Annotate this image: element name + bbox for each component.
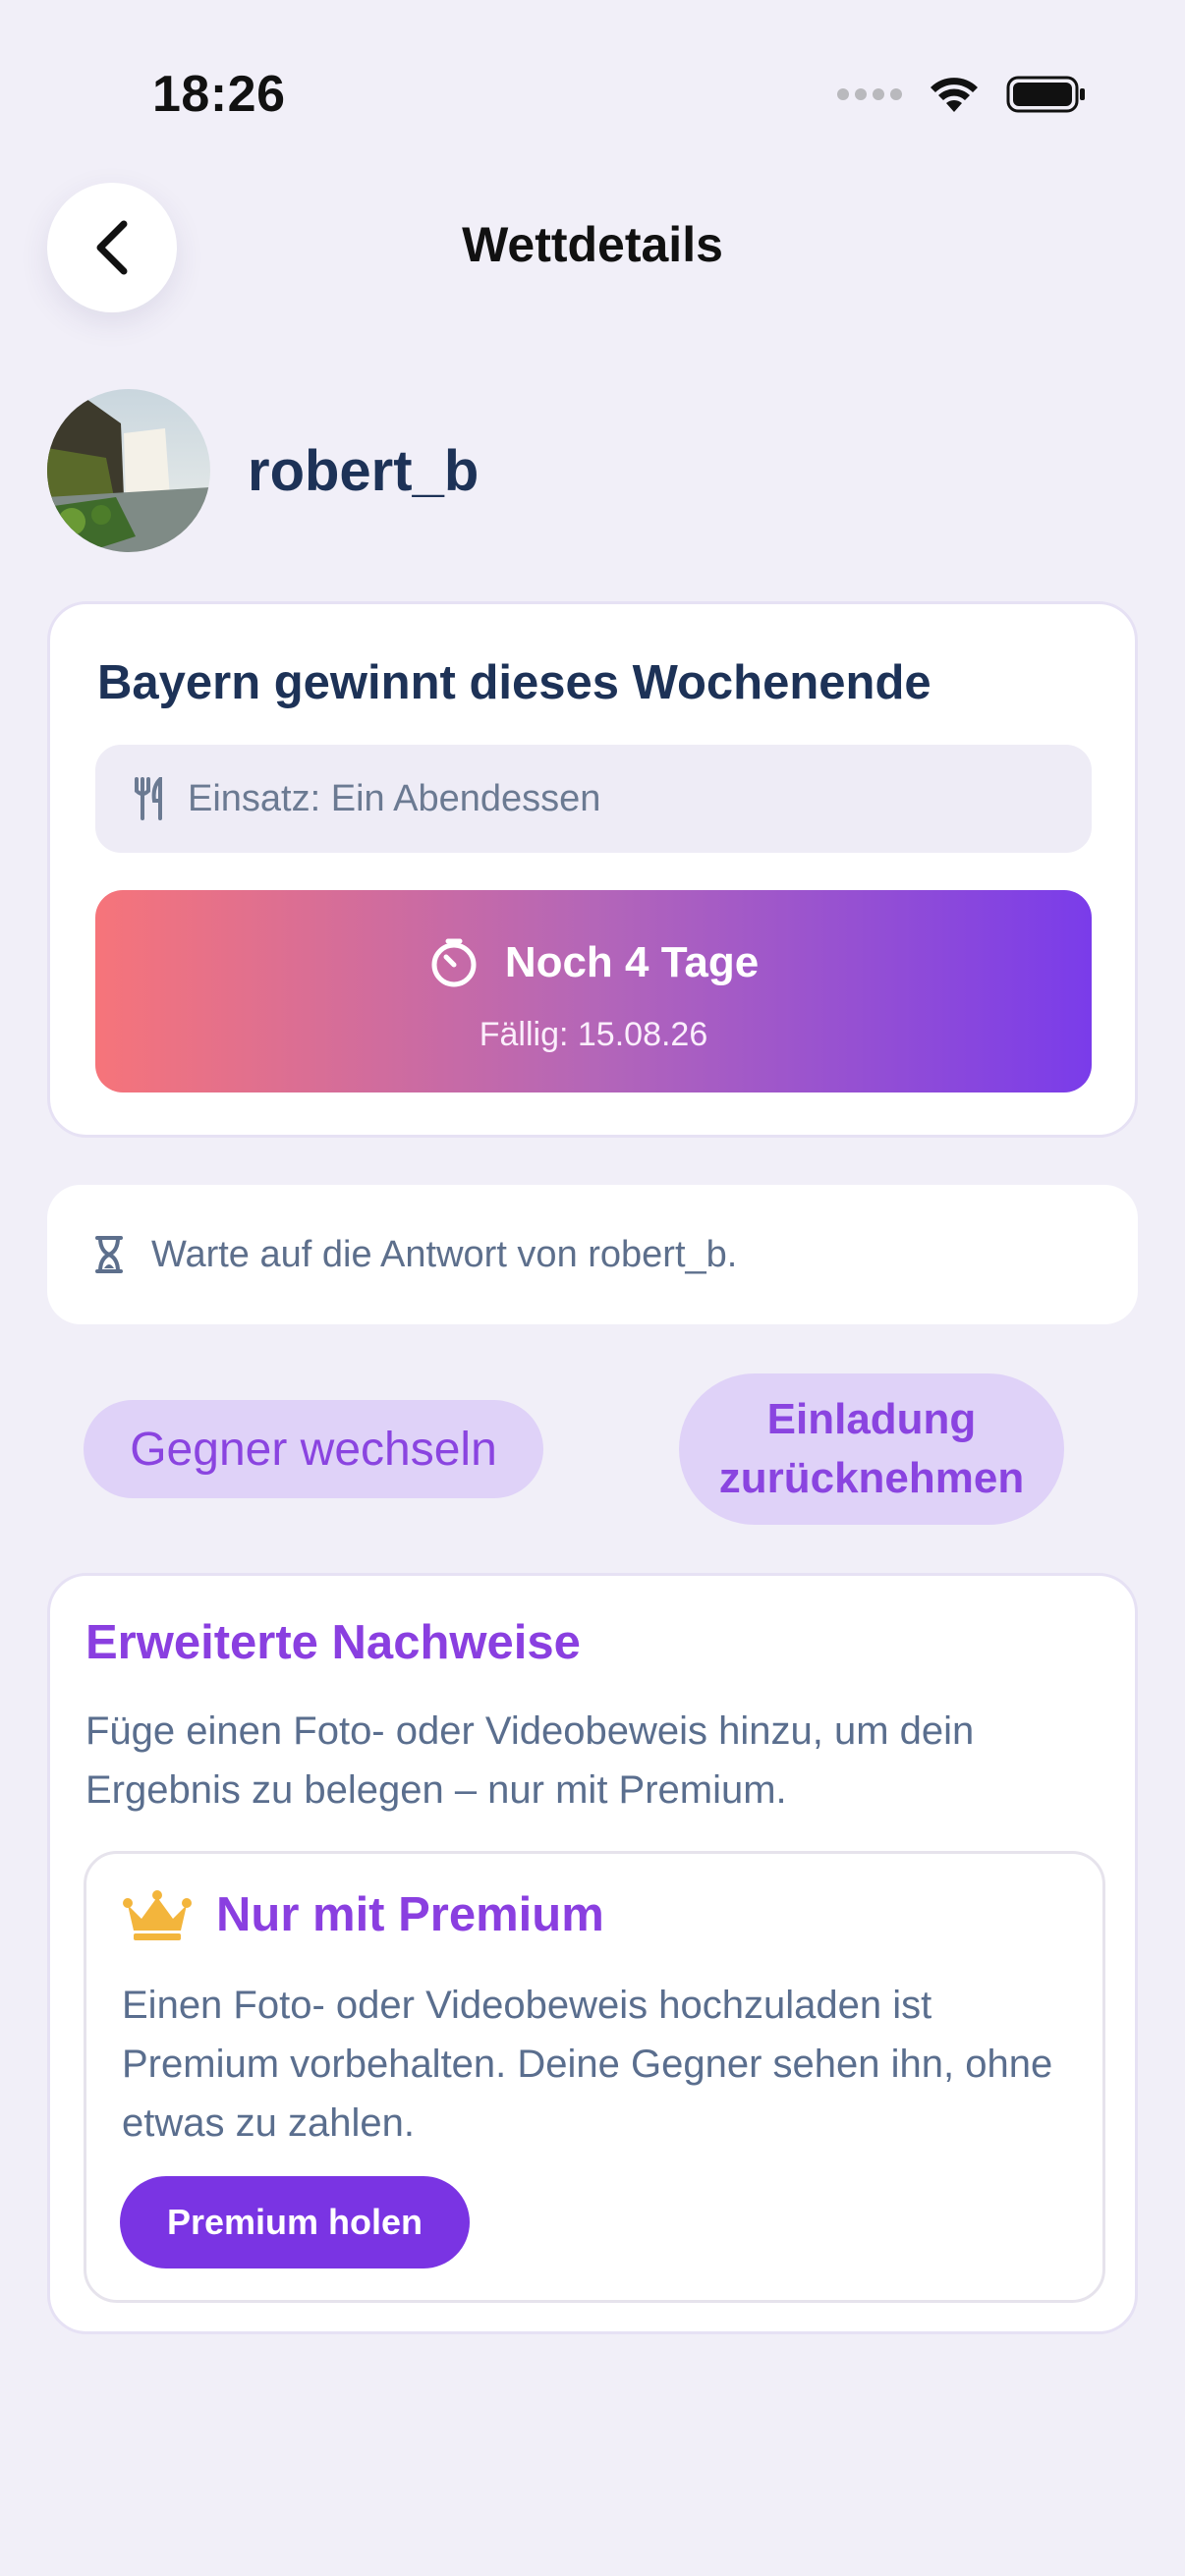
proof-description: Füge einen Foto- oder Videobeweis hinzu,… bbox=[85, 1709, 975, 1812]
cutlery-icon bbox=[135, 777, 162, 820]
advanced-proof-card: Erweiterte Nachweise Füge einen Foto- od… bbox=[47, 1573, 1138, 2334]
premium-title: Nur mit Premium bbox=[216, 1888, 604, 1941]
bet-card: Bayern gewinnt dieses Wochenende Einsatz… bbox=[47, 601, 1138, 1138]
revoke-invitation-button[interactable]: Einladung zurücknehmen bbox=[679, 1373, 1064, 1525]
hourglass-icon bbox=[95, 1236, 123, 1273]
page-title: Wettdetails bbox=[462, 217, 723, 272]
status-time: 18:26 bbox=[152, 66, 286, 123]
timer-icon bbox=[431, 938, 477, 987]
avatar[interactable] bbox=[47, 389, 210, 552]
battery-icon bbox=[1006, 76, 1085, 113]
countdown-label: Noch 4 Tage bbox=[504, 938, 760, 986]
cellular-signal-icon bbox=[837, 88, 902, 100]
premium-card: Nur mit Premium Einen Foto- oder Videobe… bbox=[84, 1851, 1105, 2303]
waiting-message: Warte auf die Antwort von robert_b. bbox=[151, 1233, 738, 1275]
opponent-username[interactable]: robert_b bbox=[248, 438, 479, 504]
premium-description: Einen Foto- oder Videobeweis hochzuladen… bbox=[122, 1984, 1053, 2145]
revoke-label-line1: Einladung bbox=[766, 1395, 977, 1443]
wifi-icon bbox=[931, 78, 978, 112]
waiting-status-card: Warte auf die Antwort von robert_b. bbox=[47, 1185, 1138, 1324]
get-premium-button[interactable]: Premium holen bbox=[120, 2176, 470, 2268]
crown-icon bbox=[123, 1890, 192, 1940]
change-opponent-button[interactable]: Gegner wechseln bbox=[84, 1400, 543, 1498]
proof-title: Erweiterte Nachweise bbox=[85, 1616, 581, 1669]
stake-box: Einsatz: Ein Abendessen bbox=[95, 745, 1092, 853]
due-date: Fällig: 15.08.26 bbox=[479, 1016, 708, 1053]
status-icons bbox=[837, 73, 1087, 116]
bet-title: Bayern gewinnt dieses Wochenende bbox=[97, 656, 931, 709]
countdown-banner: Noch 4 Tage Fällig: 15.08.26 bbox=[95, 890, 1092, 1092]
revoke-label-line2: zurücknehmen bbox=[718, 1454, 1025, 1502]
screen: 18:26 Wettdetails robert_b Bayern gewinn… bbox=[0, 0, 1185, 2576]
stake-label: Einsatz: Ein Abendessen bbox=[188, 777, 601, 819]
